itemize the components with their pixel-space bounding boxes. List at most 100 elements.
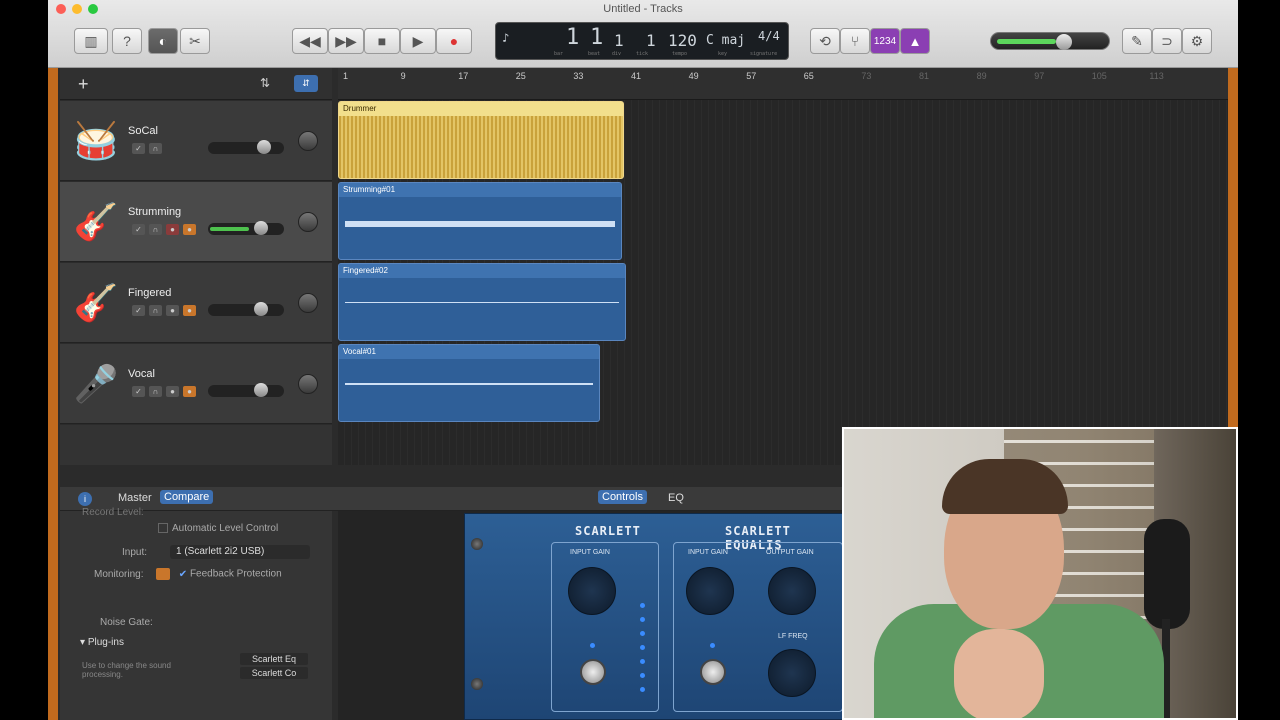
record-enable-button[interactable]: ●	[166, 224, 179, 235]
mute-button[interactable]: ✓	[132, 143, 145, 154]
region-drummer[interactable]: Drummer	[338, 101, 624, 179]
master-volume-knob[interactable]	[1056, 34, 1072, 50]
lf-freq-knob[interactable]	[768, 649, 816, 697]
ruler-mark: 81	[919, 71, 930, 81]
loop-browser-button[interactable]: ⊃	[1152, 28, 1182, 54]
cycle-button[interactable]: ⟲	[810, 28, 840, 54]
rewind-button[interactable]: ◀◀	[292, 28, 328, 54]
smart-controls-inspector: Record Level: Automatic Level Control In…	[60, 507, 332, 720]
track-name[interactable]: Vocal	[128, 368, 155, 380]
lcd-mode-icon: ♪	[502, 31, 510, 45]
auto-level-checkbox[interactable]	[158, 523, 168, 534]
tab-controls[interactable]: Controls	[598, 490, 647, 504]
track-level-meter	[210, 227, 249, 231]
track-volume-slider[interactable]	[208, 302, 284, 316]
plugin-slot-1[interactable]: Scarlett Eq	[240, 653, 308, 665]
pan-knob[interactable]	[298, 131, 318, 151]
volume-knob[interactable]	[257, 140, 271, 154]
mute-button[interactable]: ✓	[132, 305, 145, 316]
add-track-button[interactable]: +	[78, 74, 89, 95]
timeline-ruler[interactable]: 1 9 17 25 33 41 49 57 65 73 81 89 97 105 113	[338, 68, 1238, 100]
play-icon: ▶	[412, 32, 424, 49]
track-header-vocal[interactable]: 🎤 Vocal ✓ ∩ ● ●	[60, 344, 332, 424]
track-name[interactable]: Strumming	[128, 206, 181, 218]
track-header-strumming[interactable]: 🎸 Strumming ✓ ∩ ● ●	[60, 182, 332, 262]
headphones-icon[interactable]: ∩	[149, 143, 162, 154]
volume-knob[interactable]	[254, 302, 268, 316]
volume-knob[interactable]	[254, 383, 268, 397]
input-select[interactable]: 1 (Scarlett 2i2 USB)	[170, 545, 310, 559]
inspector-info-icon[interactable]: i	[78, 492, 92, 506]
input-gain-knob[interactable]	[568, 567, 616, 615]
ruler-mark: 113	[1149, 71, 1164, 81]
track-header-socal[interactable]: 🥁 SoCal ✓ ∩	[60, 101, 332, 181]
plugin-slot-2[interactable]: Scarlett Co	[240, 667, 308, 679]
headphones-icon[interactable]: ∩	[149, 386, 162, 397]
count-in-button[interactable]: 1234	[870, 28, 900, 54]
tab-eq[interactable]: EQ	[668, 492, 684, 504]
input-monitoring-button[interactable]: ●	[183, 386, 196, 397]
mute-button[interactable]: ✓	[132, 224, 145, 235]
media-browser-button[interactable]: ⚙	[1182, 28, 1212, 54]
volume-knob[interactable]	[254, 221, 268, 235]
feedback-checkbox[interactable]: ✔	[179, 569, 187, 580]
plugin-brand-left: SCARLETT	[575, 524, 641, 538]
track-header-fingered[interactable]: 🎸 Fingered ✓ ∩ ● ●	[60, 263, 332, 343]
fast-forward-icon: ▶▶	[335, 32, 357, 49]
plugins-section[interactable]: ▾ Plug-ins	[80, 637, 124, 648]
cycle-icon: ⟲	[819, 32, 831, 49]
input-monitoring-button[interactable]: ●	[183, 224, 196, 235]
track-name[interactable]: Fingered	[128, 287, 171, 299]
region-name: Vocal#01	[343, 347, 376, 356]
stop-button[interactable]: ■	[364, 28, 400, 54]
lcd-display[interactable]: ♪ 1 1 1 1 120 C maj 4/4 bar beat div tic…	[495, 22, 789, 60]
record-enable-button[interactable]: ●	[166, 305, 179, 316]
track-filter-button[interactable]: ⇵	[294, 75, 318, 92]
pan-knob[interactable]	[298, 212, 318, 232]
track-controls: ✓ ∩ ● ●	[132, 224, 196, 235]
record-enable-button[interactable]: ●	[166, 386, 179, 397]
meter-led	[640, 631, 645, 636]
eq-bypass-switch[interactable]	[700, 659, 726, 685]
fast-forward-button[interactable]: ▶▶	[328, 28, 364, 54]
window-side-right	[1228, 68, 1238, 428]
track-name[interactable]: SoCal	[128, 125, 158, 137]
region-fingered[interactable]: Fingered#02	[338, 263, 626, 341]
headphones-icon[interactable]: ∩	[149, 224, 162, 235]
master-volume-slider[interactable]	[990, 32, 1110, 50]
region-vocal[interactable]: Vocal#01	[338, 344, 600, 422]
ruler-mark: 9	[400, 71, 406, 81]
output-gain-knob[interactable]	[768, 567, 816, 615]
notepad-button[interactable]: ✎	[1122, 28, 1152, 54]
tab-compare[interactable]: Compare	[160, 490, 214, 504]
track-volume-slider[interactable]	[208, 221, 284, 235]
scarlett-equaliser-module: INPUT GAIN OUTPUT GAIN LF FREQ	[673, 542, 843, 712]
eq-input-gain-knob[interactable]	[686, 567, 734, 615]
smart-controls-button[interactable]: ◐	[148, 28, 178, 54]
tuner-button[interactable]: ⑂	[840, 28, 870, 54]
bypass-switch[interactable]	[580, 659, 606, 685]
screw-icon	[471, 678, 483, 690]
help-button[interactable]: ?	[112, 28, 142, 54]
library-button[interactable]: ▥	[74, 28, 108, 54]
track-volume-slider[interactable]	[208, 140, 284, 154]
pan-knob[interactable]	[298, 374, 318, 394]
meter-led	[640, 673, 645, 678]
tab-master[interactable]: Master	[118, 492, 152, 504]
catch-playhead-icon[interactable]: ⇅	[260, 76, 270, 90]
headphones-icon[interactable]: ∩	[149, 305, 162, 316]
input-monitoring-button[interactable]: ●	[183, 305, 196, 316]
window-title: Untitled - Tracks	[603, 3, 683, 15]
record-icon: ●	[449, 33, 459, 49]
editors-button[interactable]: ✂	[180, 28, 210, 54]
metronome-button[interactable]: ▲	[900, 28, 930, 54]
track-volume-slider[interactable]	[208, 383, 284, 397]
rewind-icon: ◀◀	[299, 32, 321, 49]
region-strumming[interactable]: Strumming#01	[338, 182, 622, 260]
monitoring-toggle[interactable]	[156, 568, 170, 580]
record-button[interactable]: ●	[436, 28, 472, 54]
mute-button[interactable]: ✓	[132, 386, 145, 397]
play-button[interactable]: ▶	[400, 28, 436, 54]
pan-knob[interactable]	[298, 293, 318, 313]
lcd-tempo-label: tempo	[672, 51, 688, 57]
